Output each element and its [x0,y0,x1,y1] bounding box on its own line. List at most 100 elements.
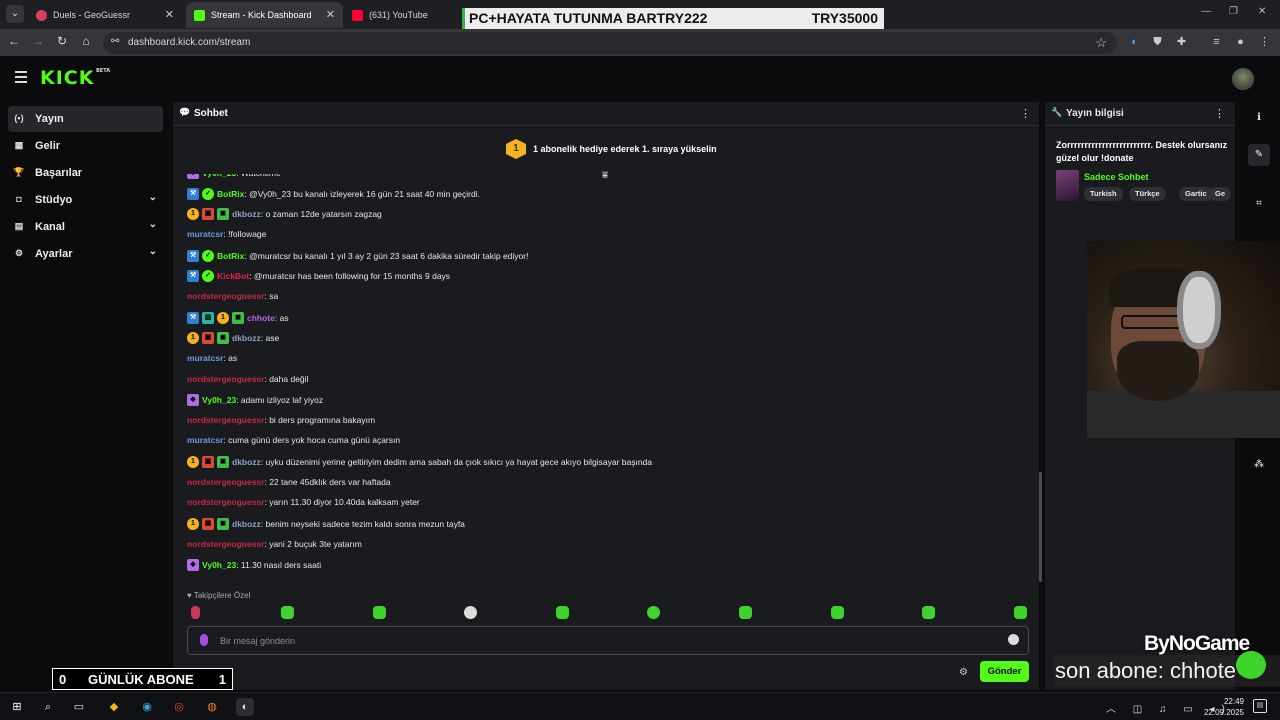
og-badge-icon[interactable]: ▥ [202,311,214,324]
sub-badge-icon[interactable]: 1 [187,332,199,345]
chat-username[interactable]: nordstergeoguessr [187,539,264,549]
green-badge-icon[interactable]: ◼ [217,518,229,531]
ver-badge-icon[interactable]: ✓ [202,249,214,262]
tab-search-icon[interactable]: ⌄ [6,5,24,23]
edit-pencil-icon[interactable]: ✎ [1248,144,1270,166]
tag-chip[interactable]: Turkish [1084,187,1123,201]
chat-username[interactable]: nordstergeoguessr [187,497,264,507]
gift-badge-icon[interactable]: ▣ [202,208,214,221]
chevron-down-icon[interactable]: ⌄ [149,219,157,230]
extension-shield-icon[interactable]: ⛊ [1151,36,1164,49]
vip-badge-icon[interactable]: ◆ [187,559,199,572]
mod-badge-icon[interactable]: ⚒ [187,311,199,324]
windows-start-icon[interactable]: ⊞ [8,698,26,716]
sidebar-item-basarilar[interactable]: 🏆 Başarılar [8,160,163,186]
firefox-icon[interactable]: ◍ [203,698,221,716]
share-icon[interactable]: ⁂ [1248,454,1270,476]
emote-icon[interactable] [739,606,752,619]
chat-settings-gear-icon[interactable]: ⚙ [959,667,968,678]
extensions-puzzle-icon[interactable]: ✚ [1175,36,1188,49]
info-icon[interactable]: ℹ [1248,107,1270,129]
vip-badge-icon[interactable]: ◆ [187,394,199,407]
emoji-picker-icon[interactable] [1008,634,1019,645]
sub-badge-icon[interactable]: 1 [187,456,199,469]
media-controls-icon[interactable]: ≡ [1210,36,1223,49]
site-info-icon[interactable]: ⚯ [111,36,119,47]
kick-logo[interactable]: KICK BETA [40,67,110,89]
gift-badge-icon[interactable]: ▣ [202,456,214,469]
sidebar-item-ayarlar[interactable]: ⚙ Ayarlar ⌄ [8,241,163,267]
microphone-icon[interactable] [200,634,208,646]
tag-chip[interactable]: Gartic [1179,187,1213,201]
search-icon[interactable]: ⌕ [39,698,57,716]
emote-icon[interactable] [1014,606,1027,619]
sidebar-item-studyo[interactable]: ◘ Stüdyo ⌄ [8,187,163,213]
tab-youtube[interactable]: (631) YouTube [344,2,460,28]
reload-icon[interactable]: ↻ [54,34,70,48]
mod-badge-icon[interactable]: ⚒ [187,270,199,283]
emote-icon[interactable] [191,606,200,619]
profile-icon[interactable]: ● [1234,36,1247,49]
vip-badge-icon[interactable]: ◆ [187,174,199,179]
chat-scrollbar[interactable] [1039,472,1042,582]
tag-chip[interactable]: Türkçe [1129,187,1166,201]
chat-username[interactable]: muratcsr [187,353,223,363]
sub-badge-icon[interactable]: 1 [187,518,199,531]
ver-badge-icon[interactable]: ✓ [202,270,214,283]
sidebar-item-kanal[interactable]: ▤ Kanal ⌄ [8,214,163,240]
forward-icon[interactable]: → [30,34,46,48]
chat-message-input[interactable] [220,633,980,649]
chat-username[interactable]: nordstergeoguessr [187,374,264,384]
browser-menu-icon[interactable]: ⋮ [1258,36,1271,49]
gift-badge-icon[interactable]: ▣ [202,332,214,345]
emote-icon[interactable] [556,606,569,619]
sidebar-item-gelir[interactable]: ▦ Gelir [8,133,163,159]
sub-badge-icon[interactable]: 1 [187,208,199,221]
user-avatar[interactable] [1232,68,1254,90]
ver-badge-icon[interactable]: ✓ [202,187,214,200]
category-name[interactable]: Sadece Sohbet [1084,172,1149,182]
chat-username[interactable]: dkbozz [232,209,261,219]
maximize-button[interactable]: ❐ [1229,6,1238,17]
chat-username[interactable]: nordstergeoguessr [187,291,264,301]
close-tab-icon[interactable]: ✕ [165,8,174,21]
tab-kick-dashboard[interactable]: Stream - Kick Dashboard ✕ [186,2,343,28]
clock[interactable]: 22:49 22.09.2025 [1200,696,1244,718]
chat-username[interactable]: BotRix [217,189,244,199]
edge-icon[interactable]: ◉ [138,698,156,716]
chat-username[interactable]: nordstergeoguessr [187,477,264,487]
chevron-down-icon[interactable]: ⌄ [149,246,157,257]
mod-badge-icon[interactable]: ⚒ [187,249,199,262]
chrome-icon[interactable]: ◎ [170,698,188,716]
chevron-down-icon[interactable]: ⌄ [149,192,157,203]
chat-username[interactable]: Vy0h_23 [202,395,236,405]
green-badge-icon[interactable]: ◼ [217,332,229,345]
mod-badge-icon[interactable]: ⚒ [187,187,199,200]
copilot-icon[interactable]: ◆ [105,698,123,716]
obs-icon[interactable]: ◐ [236,698,254,716]
emote-icon[interactable] [373,606,386,619]
bookmark-star-icon[interactable]: ☆ [1095,35,1107,51]
chat-username[interactable]: dkbozz [232,519,261,529]
sub-badge-icon[interactable]: 1 [217,311,229,324]
scan-icon[interactable]: ⌗ [1248,193,1270,215]
more-options-icon[interactable]: ⋮ [1020,107,1031,120]
chat-username[interactable]: dkbozz [232,457,261,467]
tag-chip[interactable]: Ge [1209,187,1232,201]
floating-chat-icon[interactable] [1236,651,1266,679]
chat-username[interactable]: Vy0h_23 [202,560,236,570]
green-badge-icon[interactable]: ◼ [217,208,229,221]
emote-icon[interactable] [281,606,294,619]
sidebar-item-yayin[interactable]: (•) Yayın [8,106,163,132]
gift-badge-icon[interactable]: ▣ [202,518,214,531]
close-window-button[interactable]: ✕ [1258,6,1266,17]
extension-audio-icon[interactable]: ◖ [1127,36,1140,49]
notification-icon[interactable]: ▤ [1253,699,1267,713]
chat-username[interactable]: muratcsr [187,229,223,239]
chat-username[interactable]: BotRix [217,251,244,261]
chat-username[interactable]: nordstergeoguessr [187,415,264,425]
more-options-icon[interactable]: ⋮ [1214,107,1225,120]
green-badge-icon[interactable]: ◼ [217,456,229,469]
tab-geoguessr[interactable]: Duels - GeoGuessr ✕ [28,2,182,28]
chat-username[interactable]: KickBot [217,271,249,281]
